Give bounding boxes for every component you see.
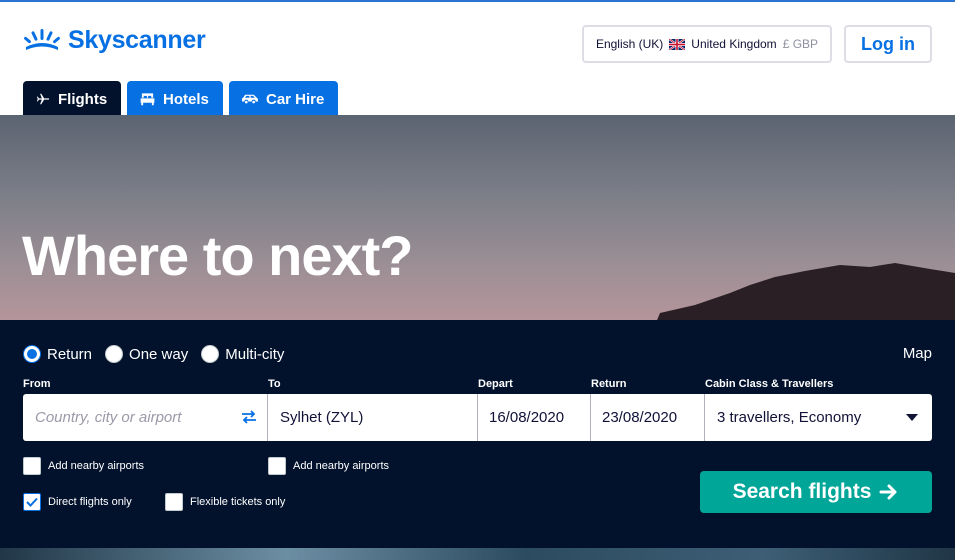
radio-button[interactable] [23,345,41,363]
to-label: To [268,378,281,390]
bed-icon [140,93,155,106]
radio-button[interactable] [201,345,220,363]
checkmark-icon [26,497,38,507]
cabin-label: Cabin Class & Travellers [705,378,834,390]
to-input[interactable]: Sylhet (ZYL) [268,394,478,441]
nearby-to-checkbox[interactable]: Add nearby airports [268,457,389,475]
tab-label: Hotels [163,90,209,108]
tab-flights[interactable]: Flights [23,81,121,117]
uk-flag-icon [669,38,686,50]
radio-label: One way [129,345,189,363]
return-label: Return [591,378,627,390]
tab-car-hire[interactable]: Car Hire [229,81,338,117]
trip-type-return[interactable]: Return [23,345,92,363]
map-link[interactable]: Map [903,345,932,362]
tab-hotels[interactable]: Hotels [127,81,223,117]
plane-icon [36,93,50,105]
radio-button[interactable] [105,345,124,363]
country-label: United Kingdom [691,37,777,51]
nearby-from-checkbox[interactable]: Add nearby airports [23,457,144,475]
checkbox-label: Flexible tickets only [190,496,286,508]
cliff-silhouette [655,263,955,325]
chevron-down-icon [906,414,918,421]
radio-label: Return [47,345,93,363]
language-label: English (UK) [595,37,664,51]
trip-type-one-way[interactable]: One way [105,345,188,363]
checkbox-label: Direct flights only [48,496,132,508]
depart-label: Depart [478,378,513,390]
skyscanner-logo[interactable]: Skyscanner [22,26,206,55]
car-icon [242,94,258,104]
tab-label: Car Hire [266,90,325,108]
depart-date-input[interactable]: 16/08/2020 [478,394,591,441]
swap-icon[interactable] [241,410,257,424]
direct-flights-checkbox[interactable]: Direct flights only [23,493,132,511]
sunrise-logo-icon [24,28,60,50]
cabin-travellers-select[interactable]: 3 travellers, Economy [705,394,932,441]
brand-name: Skyscanner [68,26,206,54]
site-header: Skyscanner English (UK) United Kingdom £… [0,2,955,117]
flexible-tickets-checkbox[interactable]: Flexible tickets only [165,493,285,511]
radio-label: Multi-city [225,345,285,363]
checkbox[interactable] [165,493,183,511]
from-input[interactable]: Country, city or airport [23,394,268,441]
product-tabs: Flights Hotels Car Hire [23,81,338,117]
from-placeholder: Country, city or airport [35,409,182,426]
checkbox[interactable] [23,493,41,511]
currency-label: £ GBP [782,37,819,51]
trip-type-multi-city[interactable]: Multi-city [201,345,284,363]
checkbox-label: Add nearby airports [293,460,389,472]
search-flights-button[interactable]: Search flights [700,471,932,513]
cabin-value: 3 travellers, Economy [717,409,862,426]
checkbox[interactable] [23,457,41,475]
locale-currency-button[interactable]: English (UK) United Kingdom £ GBP [582,25,832,63]
tab-label: Flights [58,90,108,108]
return-date-input[interactable]: 23/08/2020 [591,394,705,441]
hero-title: Where to next? [22,224,413,287]
checkbox[interactable] [268,457,286,475]
from-label: From [23,378,51,390]
search-fields: Country, city or airport Sylhet (ZYL) 16… [23,394,932,441]
arrow-right-icon [879,484,897,500]
checkbox-label: Add nearby airports [48,460,144,472]
trip-type-group: Return One way Multi-city [23,345,297,363]
login-button[interactable]: Log in [844,25,932,63]
search-button-label: Search flights [732,480,872,503]
flight-search-panel: Return One way Multi-city Map From To De… [0,320,955,548]
